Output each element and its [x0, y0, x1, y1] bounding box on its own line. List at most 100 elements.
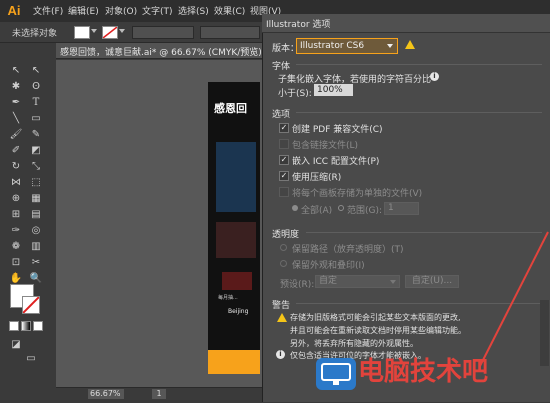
fonts-section-title: 字体	[272, 62, 291, 72]
chevron-down-icon	[387, 44, 393, 48]
menu-edit[interactable]: 编辑(E)	[68, 4, 99, 17]
type-tool-icon[interactable]: T	[29, 96, 43, 110]
preset-chevron-icon	[390, 280, 396, 284]
preserve-paths-radio[interactable]	[280, 244, 287, 251]
screen-mode-icon[interactable]: ▭	[21, 352, 41, 366]
fonts-divider	[296, 64, 542, 65]
gradient-mode-icon[interactable]	[21, 321, 31, 331]
magic-wand-tool-icon[interactable]: ✱	[9, 80, 23, 94]
info-icon[interactable]: i	[430, 72, 439, 81]
blend-tool-icon[interactable]: ◎	[29, 224, 43, 238]
embed-icc-label: 嵌入 ICC 配置文件(P)	[292, 157, 380, 167]
no-color-icon	[23, 297, 39, 313]
pen-tool-icon[interactable]: ✒	[9, 96, 23, 110]
artboard-tool-icon[interactable]: ⊡	[9, 256, 23, 270]
variable-width-field[interactable]	[200, 26, 260, 39]
stroke-weight-field[interactable]	[132, 26, 194, 39]
warnings-section-title: 警告	[272, 301, 291, 311]
width-tool-icon[interactable]: ⋈	[9, 176, 23, 190]
menu-select[interactable]: 选择(S)	[178, 4, 209, 17]
range-radio-label: 范围(G):	[347, 206, 383, 216]
mesh-tool-icon[interactable]: ⊞	[9, 208, 23, 222]
stroke-swatch[interactable]	[102, 26, 118, 39]
embed-icc-checkbox[interactable]: ✓	[279, 155, 289, 165]
preserve-appearance-radio[interactable]	[280, 260, 287, 267]
subset-percent-input[interactable]: 100%	[314, 84, 353, 96]
lasso-tool-icon[interactable]: ʘ	[29, 80, 43, 94]
gradient-tool-icon[interactable]: ▤	[29, 208, 43, 222]
rectangle-tool-icon[interactable]: ▭	[29, 112, 43, 126]
direct-selection-tool-icon[interactable]: ↖	[29, 64, 43, 78]
none-mode-icon[interactable]	[33, 321, 43, 331]
stroke-dropdown-icon[interactable]	[119, 29, 125, 33]
warning-line1: 存储为旧版格式可能会引起某些文本版面的更改,	[290, 313, 461, 322]
subset-label-line2: 小于(S):	[278, 89, 312, 99]
shape-builder-tool-icon[interactable]: ⊕	[9, 192, 23, 206]
use-compression-label: 使用压缩(R)	[292, 173, 342, 183]
perspective-grid-tool-icon[interactable]: ▦	[29, 192, 43, 206]
color-mode-icon[interactable]	[9, 321, 19, 331]
options-section-title: 选项	[272, 110, 291, 120]
all-radio-label: 全部(A)	[301, 206, 333, 216]
preserve-appearance-label: 保留外观和叠印(I)	[292, 261, 365, 271]
slice-tool-icon[interactable]: ✂	[29, 256, 43, 270]
artwork-footer-text: Beijing	[228, 308, 249, 315]
pencil-tool-icon[interactable]: ✎	[29, 128, 43, 142]
selection-tool-icon[interactable]: ↖	[9, 64, 23, 78]
draw-normal-icon[interactable]: ◪	[9, 338, 23, 352]
menu-type[interactable]: 文字(T)	[142, 4, 173, 17]
stroke-color-swatch[interactable]	[22, 296, 40, 314]
rotate-tool-icon[interactable]: ↻	[9, 160, 23, 174]
artwork-mouse	[222, 272, 252, 290]
menu-object[interactable]: 对象(O)	[105, 4, 137, 17]
info-circle-icon: i	[276, 350, 285, 359]
version-select[interactable]: Illustrator CS6	[296, 38, 398, 54]
preset-label: 预设(R):	[280, 280, 315, 290]
version-label: 版本：	[272, 44, 300, 54]
create-pdf-checkbox[interactable]: ✓	[279, 123, 289, 133]
warning-triangle-icon	[277, 313, 287, 322]
range-radio[interactable]	[338, 205, 344, 211]
artwork-footer-bar	[208, 350, 260, 374]
include-linked-checkbox[interactable]	[279, 139, 289, 149]
scale-tool-icon[interactable]: ⤡	[29, 160, 43, 174]
range-input[interactable]: 1	[384, 202, 419, 215]
watermark-text: 电脑技术吧	[358, 357, 489, 387]
app-logo: Ai	[3, 2, 25, 20]
fill-dropdown-icon[interactable]	[91, 29, 97, 33]
selection-status: 未选择对象	[12, 29, 58, 39]
zoom-field[interactable]: 66.67%	[88, 389, 124, 399]
annotation-arrow	[479, 231, 549, 367]
warning-line3: 另外，将丢弃所有隐藏的外观属性。	[290, 339, 418, 348]
artwork-offer: 每月抽...	[218, 295, 238, 301]
artwork-headline: 感恩回	[214, 102, 247, 115]
menu-file[interactable]: 文件(F)	[33, 4, 63, 17]
save-artboards-label: 将每个画板存储为单独的文件(V)	[292, 189, 423, 199]
subset-label-line1: 子集化嵌入字体，若使用的字符百分比	[278, 75, 432, 85]
symbol-sprayer-tool-icon[interactable]: ❁	[9, 240, 23, 254]
preset-select[interactable]: 自定	[315, 275, 400, 288]
include-linked-label: 包含链接文件(L)	[292, 141, 359, 151]
eraser-tool-icon[interactable]: ◩	[29, 144, 43, 158]
no-stroke-icon	[103, 27, 117, 38]
eyedropper-tool-icon[interactable]: ✑	[9, 224, 23, 238]
fill-swatch[interactable]	[74, 26, 90, 39]
options-divider	[296, 112, 542, 113]
use-compression-checkbox[interactable]: ✓	[279, 171, 289, 181]
artboard[interactable]: 感恩回 每月抽... Beijing	[208, 82, 260, 374]
all-radio[interactable]	[292, 205, 298, 211]
paintbrush-tool-icon[interactable]: 🖌	[9, 128, 23, 142]
page-field[interactable]: 1	[152, 389, 166, 399]
graph-tool-icon[interactable]: ▥	[29, 240, 43, 254]
save-artboards-checkbox[interactable]	[279, 187, 289, 197]
document-title: 感恩回馈，诚意巨献.ai* @ 66.67% (CMYK/预览)	[60, 48, 262, 58]
blob-brush-tool-icon[interactable]: ✐	[9, 144, 23, 158]
artwork-image	[216, 142, 256, 212]
preserve-paths-label: 保留路径（放弃透明度）(T)	[292, 245, 404, 255]
line-tool-icon[interactable]: ╲	[9, 112, 23, 126]
free-transform-tool-icon[interactable]: ⬚	[29, 176, 43, 190]
version-value: Illustrator CS6	[300, 41, 365, 51]
create-pdf-label: 创建 PDF 兼容文件(C)	[292, 125, 383, 135]
transparency-section-title: 透明度	[272, 230, 300, 240]
menu-effect[interactable]: 效果(C)	[214, 4, 245, 17]
